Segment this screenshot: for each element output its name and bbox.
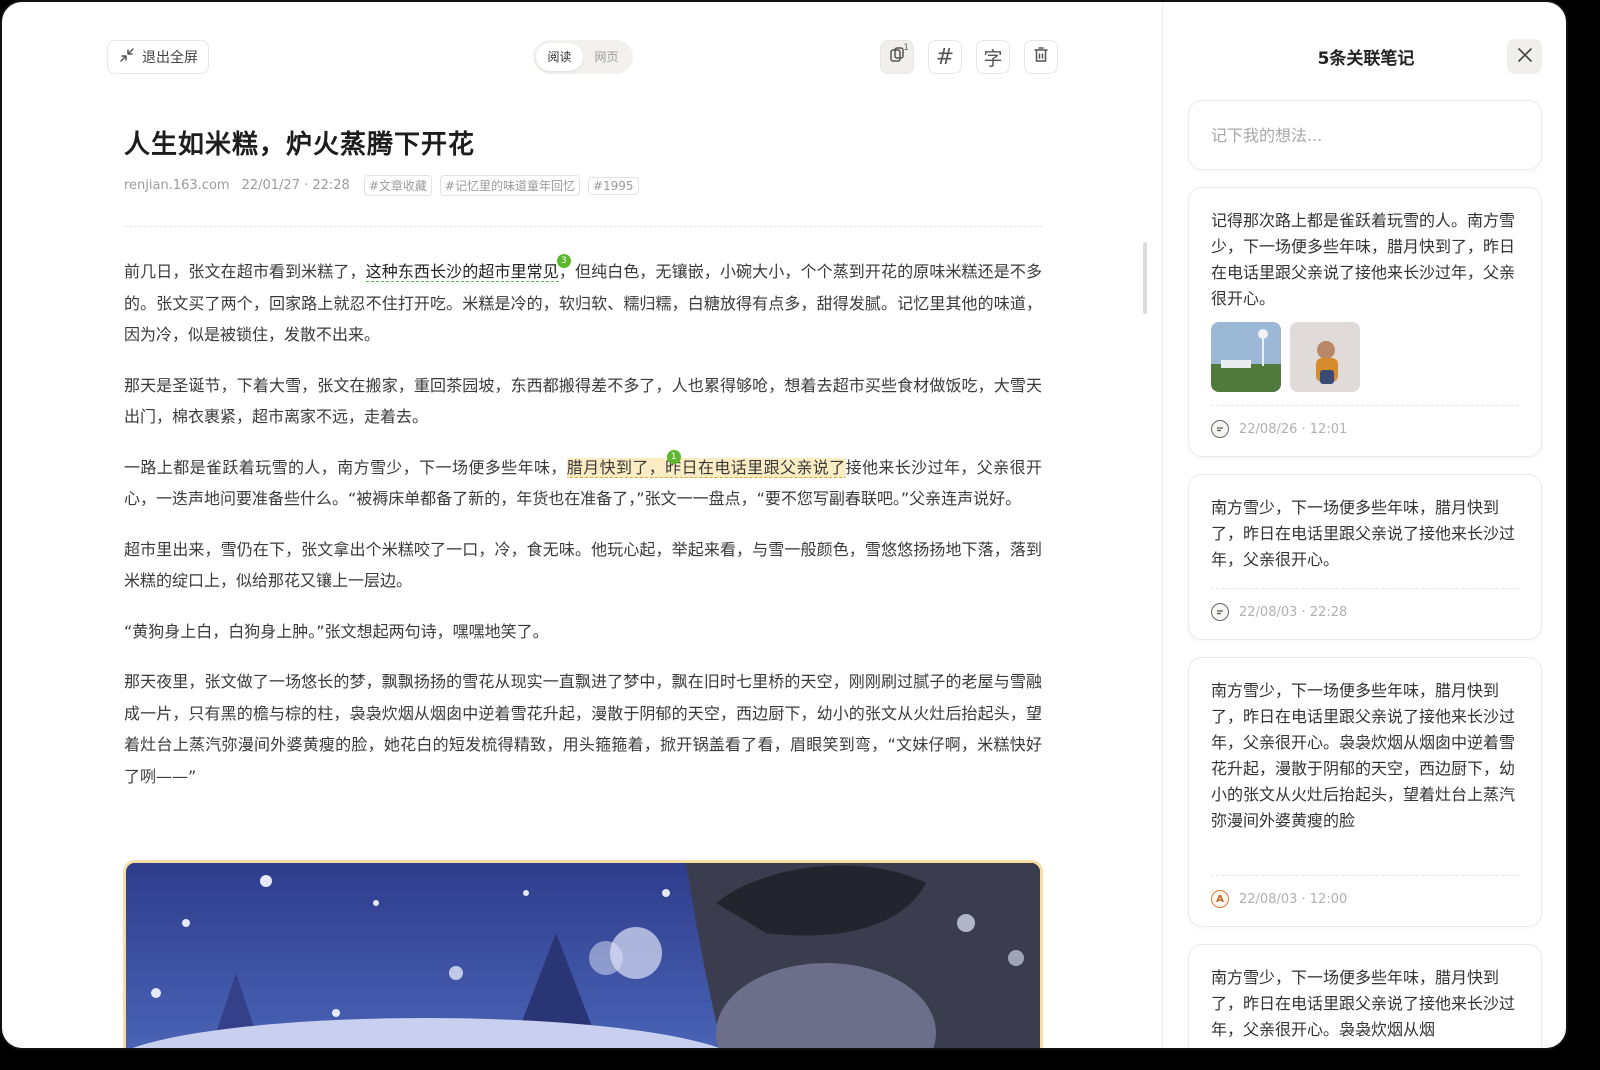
note-image[interactable] xyxy=(1290,322,1360,392)
article-source[interactable]: renjian.163.com xyxy=(124,178,230,193)
article-paragraph: 超市里出来，雪仍在下，张文拿出个米糕咬了一口，冷，食无味。他玩心起，举起来看，与… xyxy=(124,539,1042,591)
note-time: 22/08/03 · 22:28 xyxy=(1239,604,1348,620)
article-paragraph: 那天夜里，张文做了一场悠长的梦，飘飘扬扬的雪花从现实一直飘进了梦中，飘在旧时七里… xyxy=(124,672,1042,786)
tag-button[interactable]: # xyxy=(928,40,962,74)
note-card[interactable]: 南方雪少，下一场便多些年味，腊月快到了，昨日在电话里跟父亲说了接他来长沙过年，父… xyxy=(1188,474,1542,640)
note-footer: 22/08/03 · 22:28 xyxy=(1211,588,1519,621)
note-time: 22/08/03 · 12:00 xyxy=(1239,891,1348,907)
scrollbar-thumb[interactable] xyxy=(1143,242,1147,314)
highlighted-text[interactable]: 腊月快到了，昨日在电话里跟父亲说了 1 xyxy=(566,449,846,478)
tab-read[interactable]: 阅读 xyxy=(536,43,583,71)
note-card[interactable]: 记得那次路上都是雀跃着玩雪的人。南方雪少，下一场便多些年味，腊月快到了，昨日在电… xyxy=(1188,187,1542,457)
title-divider xyxy=(124,226,1042,227)
note-card[interactable]: 南方雪少，下一场便多些年味，腊月快到了，昨日在电话里跟父亲说了接他来长沙过年，父… xyxy=(1188,944,1542,1048)
tab-webpage[interactable]: 网页 xyxy=(583,43,630,71)
tag-chip[interactable]: #记忆里的味道童年回忆 xyxy=(439,175,580,196)
reader-pane: 退出全屏 阅读 网页 1 # 字 人生如米糕，炉火蒸腾下开花 renjian.1… xyxy=(2,2,1162,1048)
article-body: 前几日，张文在超市看到米糕了，这种东西长沙的超市里常见 3 ，但纯白色，无镶嵌，小碗… xyxy=(124,254,1042,811)
view-mode-switch: 阅读 网页 xyxy=(533,40,633,74)
tag-chip[interactable]: #1995 xyxy=(587,176,639,195)
comment-icon xyxy=(1211,603,1229,621)
annotation-count-badge[interactable]: 3 xyxy=(556,254,571,268)
trash-icon xyxy=(1032,46,1050,68)
article-paragraph: 那天是圣诞节，下着大雪，张文在搬家，重回茶园坡，东西都搬得差不多了，人也累得够呛… xyxy=(124,375,1042,427)
note-time: 22/08/26 · 12:01 xyxy=(1239,421,1348,437)
delete-button[interactable] xyxy=(1024,40,1058,74)
hash-icon: # xyxy=(935,44,955,70)
note-image[interactable] xyxy=(1211,322,1281,392)
article-paragraph: 前几日，张文在超市看到米糕了，这种东西长沙的超市里常见 3 ，但纯白色，无镶嵌，小碗… xyxy=(124,254,1042,344)
annotation-count-badge[interactable]: 1 xyxy=(666,449,681,464)
note-footer: 22/08/26 · 12:01 xyxy=(1211,405,1519,438)
article-paragraph: “黄狗身上白，白狗身上肿。”张文想起两句诗，嘿嘿地笑了。 xyxy=(124,621,549,641)
close-panel-button[interactable] xyxy=(1507,39,1542,74)
related-notes-title: 5条关联笔记 xyxy=(1317,49,1415,69)
related-notes-button[interactable]: 1 xyxy=(880,40,914,74)
article-meta: renjian.163.com 22/01/27 · 22:28 #文章收藏 #… xyxy=(124,175,639,196)
app-window: 退出全屏 阅读 网页 1 # 字 人生如米糕，炉火蒸腾下开花 renjian.1… xyxy=(0,0,1568,1050)
snow-night-illustration xyxy=(126,863,1040,1048)
exit-fullscreen-label: 退出全屏 xyxy=(142,50,198,66)
note-images xyxy=(1211,322,1519,392)
note-footer: A 22/08/03 · 12:00 xyxy=(1211,875,1519,908)
note-card[interactable]: 南方雪少，下一场便多些年味，腊月快到了，昨日在电话里跟父亲说了接他来长沙过年，父… xyxy=(1188,657,1542,927)
tag-chip[interactable]: #文章收藏 xyxy=(363,175,432,196)
article-title: 人生如米糕，炉火蒸腾下开花 xyxy=(124,130,476,160)
notes-count-badge: 1 xyxy=(903,43,909,53)
highlight-icon: A xyxy=(1211,890,1229,908)
font-icon: 字 xyxy=(983,47,1003,70)
note-text: 记得那次路上都是雀跃着玩雪的人。南方雪少，下一场便多些年味，腊月快到了，昨日在电… xyxy=(1211,211,1516,308)
font-settings-button[interactable]: 字 xyxy=(976,40,1010,74)
note-text: 南方雪少，下一场便多些年味，腊月快到了，昨日在电话里跟父亲说了接他来长沙过年，父… xyxy=(1211,681,1516,830)
collapse-icon xyxy=(118,46,136,68)
article-paragraph: 一路上都是雀跃着玩雪的人，南方雪少，下一场便多些年味，腊月快到了，昨日在电话里跟… xyxy=(124,449,1042,508)
article-image[interactable] xyxy=(123,860,1043,1048)
pane-divider xyxy=(1162,2,1163,1048)
note-input[interactable] xyxy=(1211,125,1519,145)
exit-fullscreen-button[interactable]: 退出全屏 xyxy=(107,40,209,74)
note-text: 南方雪少，下一场便多些年味，腊月快到了，昨日在电话里跟父亲说了接他来长沙过年，父… xyxy=(1211,498,1516,569)
article-datetime: 22/01/27 · 22:28 xyxy=(241,178,350,193)
comment-icon xyxy=(1211,420,1229,438)
note-text: 南方雪少，下一场便多些年味，腊月快到了，昨日在电话里跟父亲说了接他来长沙过年，父… xyxy=(1211,968,1516,1039)
close-icon xyxy=(1516,46,1534,68)
annotated-text[interactable]: 这种东西长沙的超市里常见 3 xyxy=(365,254,571,282)
note-input-card[interactable] xyxy=(1188,100,1542,170)
